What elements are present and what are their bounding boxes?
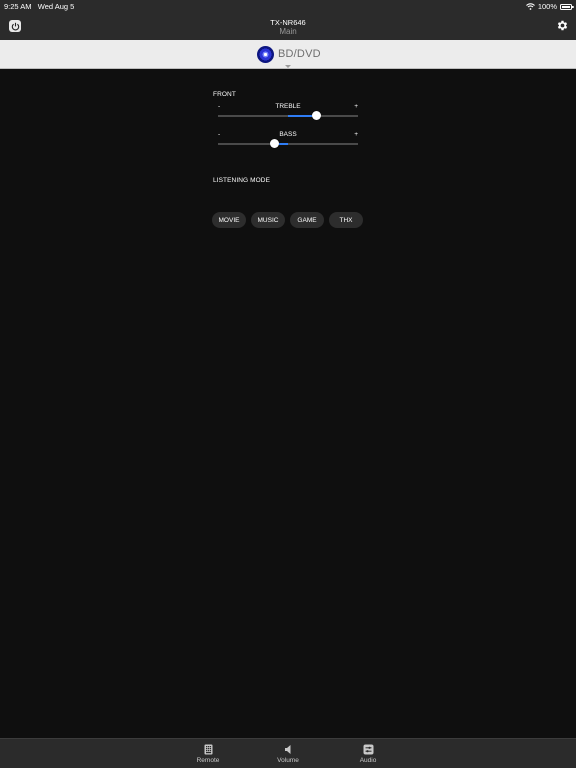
tab-bar: Remote Volume Audio [0,738,576,768]
audio-icon [363,744,373,754]
tab-remote[interactable]: Remote [188,743,228,764]
source-label: BD/DVD [278,48,321,60]
thx-button[interactable]: THX [329,212,363,228]
disc-icon [257,46,274,63]
remote-icon [204,744,212,754]
device-name: TX-NR646 [270,18,306,27]
bass-label: BASS [279,131,297,138]
status-right: 100% [525,2,574,11]
tab-audio[interactable]: Audio [348,743,388,764]
bass-plus: + [354,131,358,138]
nav-header: TX-NR646 Main [0,12,576,40]
tab-remote-label: Remote [196,757,220,764]
status-date: Wed Aug 5 [37,2,75,11]
status-bar: 9:25 AM Wed Aug 5 100% [0,0,576,12]
chevron-down-icon [285,65,291,68]
music-button[interactable]: MUSIC [251,212,285,228]
status-time: 9:25 AM Wed Aug 5 [4,2,75,11]
movie-button[interactable]: MOVIE [212,212,246,228]
treble-slider-group: - TREBLE + [216,103,360,123]
zone-name: Main [279,27,297,36]
front-label: FRONT [213,91,236,98]
wifi-icon [525,3,535,10]
tab-volume[interactable]: Volume [268,743,308,764]
bass-slider[interactable] [218,139,358,148]
treble-slider[interactable] [218,111,358,120]
source-selector[interactable]: BD/DVD [0,40,576,69]
listening-mode-label: LISTENING MODE [213,177,271,184]
bass-thumb[interactable] [269,139,279,148]
battery-icon [560,3,574,10]
speaker-icon [284,744,290,754]
bass-slider-group: - BASS + [216,131,360,151]
gear-icon[interactable] [556,19,569,32]
tab-audio-label: Audio [359,757,377,764]
game-button[interactable]: GAME [290,212,324,228]
battery-percent: 100% [537,2,557,11]
tab-volume-label: Volume [277,757,299,764]
treble-thumb[interactable] [311,111,321,120]
treble-label: TREBLE [275,103,301,110]
treble-plus: + [354,103,358,110]
listening-mode-buttons: MOVIE MUSIC GAME THX [212,212,363,228]
